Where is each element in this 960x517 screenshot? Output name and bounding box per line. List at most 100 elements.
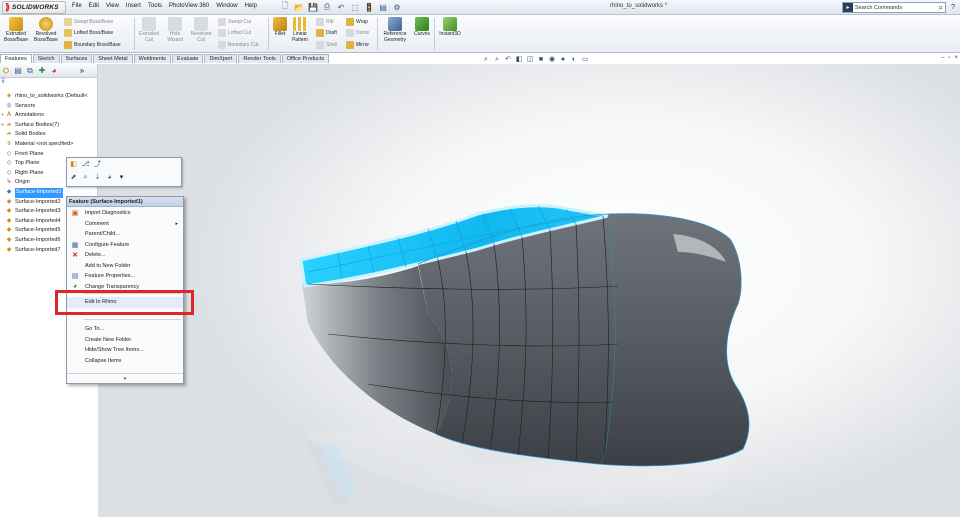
menu-item-delete[interactable]: ✕ Delete... (67, 250, 183, 261)
tab-features[interactable]: Features (0, 54, 32, 63)
tab-sketch[interactable]: Sketch (32, 54, 60, 63)
previous-view-icon[interactable]: ↶ (504, 56, 512, 64)
tree-root-part[interactable]: ◈ rhino_to_solidworks (Default< (0, 92, 98, 102)
mirror-button[interactable]: Mirror (346, 40, 369, 49)
wrap-button[interactable]: Wrap (346, 17, 368, 26)
minimize-icon[interactable]: – (941, 55, 944, 61)
menu-item-go-to[interactable]: Go To... (67, 324, 183, 335)
tab-surfaces[interactable]: Surfaces (60, 54, 93, 63)
menu-item-configure-feature[interactable]: ▦ Configure Feature (67, 240, 183, 251)
configuration-manager-tab-icon[interactable]: ⧉ (25, 66, 35, 76)
tree-item-annotations[interactable]: + A Annotations (0, 111, 98, 121)
menu-item-collapse-items[interactable]: Collapse Items (67, 356, 183, 367)
boundary-boss-button[interactable]: Boundary Boss/Base (64, 40, 121, 49)
search-icon[interactable]: ⌕ (939, 3, 943, 13)
menu-window[interactable]: Window (216, 3, 237, 9)
hide-icon[interactable]: ⎇ (81, 160, 90, 169)
undo-icon[interactable]: ↶ (336, 2, 346, 12)
filter-icon[interactable]: ⊽ (0, 78, 97, 86)
menu-insert[interactable]: Insert (126, 3, 141, 9)
hole-wizard-button[interactable]: Hole Wizard (162, 17, 188, 43)
tab-evaluate[interactable]: Evaluate (172, 54, 204, 63)
lofted-cut-button[interactable]: Lofted Cut (218, 28, 251, 37)
boundary-cut-button[interactable]: Boundary Cut (218, 40, 259, 49)
graphics-area[interactable] (98, 64, 960, 517)
insert-icon[interactable]: ⇣ (93, 173, 102, 182)
appearance-icon[interactable]: ◕ (105, 173, 114, 182)
menu-item-add-to-new-folder[interactable]: Add to New Folder (67, 261, 183, 272)
edit-appearance-icon[interactable]: ● (559, 56, 567, 64)
menu-help[interactable]: Help (245, 3, 257, 9)
lofted-boss-button[interactable]: Lofted Boss/Base (64, 28, 113, 37)
zoom-to-fit-icon[interactable]: ⌕ (482, 56, 490, 64)
dimxpert-manager-tab-icon[interactable]: ✚ (37, 66, 47, 76)
extruded-cut-button[interactable]: Extruded Cut (136, 17, 162, 43)
tree-item-surface-bodies[interactable]: + ▰ Surface Bodies(7) (0, 121, 98, 131)
file-properties-icon[interactable]: ▤ (378, 2, 388, 12)
rebuild-icon[interactable]: 🚦 (364, 2, 374, 12)
open-folder-icon[interactable]: 📂 (294, 2, 304, 12)
property-manager-tab-icon[interactable]: ▤ (13, 66, 23, 76)
tab-sheet-metal[interactable]: Sheet Metal (93, 54, 133, 63)
tree-item-solid-bodies[interactable]: ▰ Solid Bodies (0, 130, 98, 140)
search-commands[interactable]: ▸ Search Commands ⌕ (842, 2, 946, 13)
swept-boss-button[interactable]: Swept Boss/Base (64, 17, 113, 26)
zoom-to-selection-icon[interactable]: ⌕ (81, 173, 90, 182)
rollback-icon[interactable]: ⤴ (93, 160, 102, 169)
menu-item-create-new-folder[interactable]: Create New Folder (67, 335, 183, 346)
curves-button[interactable]: Curves (412, 17, 432, 38)
normal-to-icon[interactable]: ⬈ (69, 173, 78, 182)
rib-button[interactable]: Rib (316, 17, 334, 26)
view-orientation-icon[interactable]: ◫ (526, 56, 534, 64)
menu-item-hide-show-tree-items[interactable]: Hide/Show Tree Items... (67, 345, 183, 356)
menu-item-parent-child[interactable]: Parent/Child... (67, 229, 183, 240)
draft-button[interactable]: Draft (316, 28, 337, 37)
display-style-icon[interactable]: ■ (537, 56, 545, 64)
extruded-boss-button[interactable]: Extruded Boss/Base (2, 17, 30, 43)
menu-item-comment[interactable]: Comment ▸ (67, 219, 183, 230)
menu-photoview[interactable]: PhotoView 360 (169, 3, 209, 9)
options-icon[interactable]: ⚙ (392, 2, 402, 12)
swept-cut-button[interactable]: Swept Cut (218, 17, 251, 26)
tab-dimxpert[interactable]: DimXpert (204, 54, 238, 63)
edit-feature-icon[interactable]: ◧ (69, 160, 78, 169)
help-icon[interactable]: ? (948, 2, 958, 13)
imported-surface-body[interactable] (299, 204, 750, 467)
tree-item-sensors[interactable]: ◎ Sensors (0, 102, 98, 112)
revolved-cut-button[interactable]: Revolved Cut (188, 17, 214, 43)
search-input[interactable]: Search Commands (855, 5, 902, 11)
section-view-icon[interactable]: ◧ (515, 56, 523, 64)
reference-geometry-button[interactable]: Reference Geometry (379, 17, 411, 43)
dome-button[interactable]: Dome (346, 28, 369, 37)
instant3d-button[interactable]: Instant3D (436, 17, 464, 38)
restore-icon[interactable]: ▫ (948, 55, 950, 61)
search-scope-icon[interactable]: ▸ (843, 3, 853, 12)
menu-tools[interactable]: Tools (148, 3, 162, 9)
fillet-button[interactable]: Fillet (270, 17, 290, 38)
shell-button[interactable]: Shell (316, 40, 337, 49)
menu-item-import-diagnostics[interactable]: ▣ Import Diagnostics (67, 208, 183, 219)
feature-tree-tab-icon[interactable]: ⛭ (1, 66, 11, 76)
menu-view[interactable]: View (106, 3, 119, 9)
tab-weldments[interactable]: Weldments (133, 54, 172, 63)
save-icon[interactable]: 💾 (308, 2, 318, 12)
dropdown-arrow-icon[interactable]: ▾ (117, 173, 126, 182)
zoom-to-area-icon[interactable]: ⌕ (493, 56, 501, 64)
tree-item-material[interactable]: ≡ Material <not specified> (0, 140, 98, 150)
menu-item-feature-properties[interactable]: ▤ Feature Properties... (67, 271, 183, 282)
expand-panel-icon[interactable]: » (77, 66, 87, 76)
apply-scene-icon[interactable]: ◐ (570, 56, 578, 64)
tab-office-products[interactable]: Office Products (281, 54, 330, 63)
close-icon[interactable]: × (954, 55, 958, 61)
select-icon[interactable]: ⬚ (350, 2, 360, 12)
revolved-boss-button[interactable]: Revolved Boss/Base (32, 17, 60, 43)
3d-model-view[interactable] (98, 64, 960, 517)
new-document-icon[interactable]: 🗋 (280, 1, 290, 12)
menu-file[interactable]: File (72, 3, 82, 9)
view-settings-icon[interactable]: ▭ (581, 56, 589, 64)
linear-pattern-button[interactable]: Linear Pattern (290, 17, 310, 43)
display-manager-tab-icon[interactable]: ◕ (49, 66, 59, 76)
hide-show-items-icon[interactable]: ◉ (548, 56, 556, 64)
menu-edit[interactable]: Edit (89, 3, 99, 9)
solidworks-logo[interactable]: ⟫ SOLIDWORKS (2, 1, 66, 14)
